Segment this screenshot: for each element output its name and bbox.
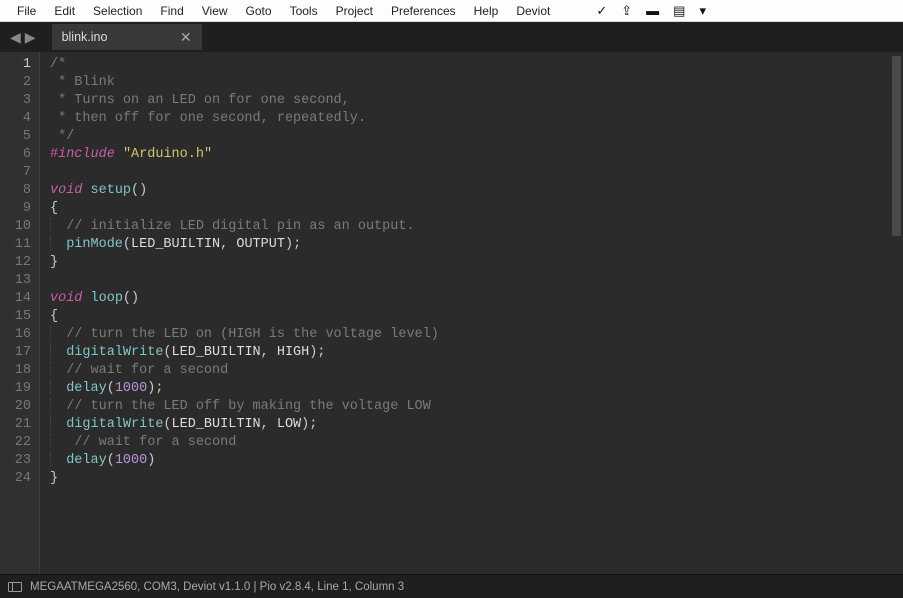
menu-file[interactable]: File (8, 2, 45, 20)
menu-selection[interactable]: Selection (84, 2, 151, 20)
editor[interactable]: 123456789101112131415161718192021222324 … (0, 52, 903, 574)
status-bar: MEGAATMEGA2560, COM3, Deviot v1.1.0 | Pi… (0, 574, 903, 598)
code-line[interactable]: } (50, 254, 439, 272)
line-number: 13 (0, 272, 31, 290)
line-number: 12 (0, 254, 31, 272)
nav-forward-icon[interactable]: ▶ (25, 29, 36, 46)
menu-view[interactable]: View (193, 2, 237, 20)
line-number: 1 (0, 56, 31, 74)
status-text: MEGAATMEGA2560, COM3, Deviot v1.1.0 | Pi… (30, 581, 404, 593)
line-number: 18 (0, 362, 31, 380)
menu-goto[interactable]: Goto (237, 2, 281, 20)
code-line[interactable]: delay(1000) (50, 452, 439, 470)
code-line[interactable]: digitalWrite(LED_BUILTIN, LOW); (50, 416, 439, 434)
code-line[interactable]: digitalWrite(LED_BUILTIN, HIGH); (50, 344, 439, 362)
line-number: 21 (0, 416, 31, 434)
line-number: 19 (0, 380, 31, 398)
line-number: 24 (0, 470, 31, 488)
menu-bar: FileEditSelectionFindViewGotoToolsProjec… (0, 0, 903, 22)
menu-tools[interactable]: Tools (281, 2, 327, 20)
nav-arrows: ◀ ▶ (4, 29, 42, 46)
line-number: 6 (0, 146, 31, 164)
line-number: 10 (0, 218, 31, 236)
code-line[interactable]: { (50, 308, 439, 326)
code-line[interactable] (50, 164, 439, 182)
menu-project[interactable]: Project (327, 2, 382, 20)
line-number: 8 (0, 182, 31, 200)
serial-icon[interactable]: ▤ (666, 1, 692, 21)
line-number: 20 (0, 398, 31, 416)
line-number: 11 (0, 236, 31, 254)
check-icon[interactable]: ✓ (589, 1, 614, 21)
menu-help[interactable]: Help (465, 2, 508, 20)
menu-deviot[interactable]: Deviot (507, 2, 559, 20)
tab-bar: ◀ ▶ blink.ino ✕ (0, 22, 903, 52)
line-number: 3 (0, 92, 31, 110)
code-line[interactable]: /* (50, 56, 439, 74)
nav-back-icon[interactable]: ◀ (10, 29, 21, 46)
code-line[interactable]: // initialize LED digital pin as an outp… (50, 218, 439, 236)
code-line[interactable]: * then off for one second, repeatedly. (50, 110, 439, 128)
menu-find[interactable]: Find (151, 2, 192, 20)
line-number: 15 (0, 308, 31, 326)
line-number: 5 (0, 128, 31, 146)
tab-title: blink.ino (62, 30, 108, 44)
gutter: 123456789101112131415161718192021222324 (0, 52, 40, 574)
close-icon[interactable]: ✕ (166, 29, 192, 46)
code-line[interactable]: delay(1000); (50, 380, 439, 398)
line-number: 7 (0, 164, 31, 182)
code-line[interactable]: // wait for a second (50, 434, 439, 452)
code-line[interactable]: } (50, 470, 439, 488)
line-number: 9 (0, 200, 31, 218)
line-number: 14 (0, 290, 31, 308)
code-line[interactable]: { (50, 200, 439, 218)
upload-icon[interactable]: ⇪ (614, 1, 639, 21)
line-number: 4 (0, 110, 31, 128)
line-number: 22 (0, 434, 31, 452)
code-line[interactable]: pinMode(LED_BUILTIN, OUTPUT); (50, 236, 439, 254)
code-line[interactable] (50, 272, 439, 290)
line-number: 17 (0, 344, 31, 362)
scrollbar[interactable] (892, 56, 901, 236)
menu-preferences[interactable]: Preferences (382, 2, 465, 20)
code-line[interactable]: */ (50, 128, 439, 146)
code-line[interactable]: #include "Arduino.h" (50, 146, 439, 164)
line-number: 23 (0, 452, 31, 470)
code-line[interactable]: void loop() (50, 290, 439, 308)
tab-active[interactable]: blink.ino ✕ (52, 24, 202, 50)
code-line[interactable]: // turn the LED on (HIGH is the voltage … (50, 326, 439, 344)
code-area[interactable]: /* * Blink * Turns on an LED on for one … (40, 52, 439, 574)
code-line[interactable]: * Turns on an LED on for one second, (50, 92, 439, 110)
code-line[interactable]: void setup() (50, 182, 439, 200)
code-line[interactable]: * Blink (50, 74, 439, 92)
menu-edit[interactable]: Edit (45, 2, 84, 20)
line-number: 2 (0, 74, 31, 92)
line-number: 16 (0, 326, 31, 344)
code-line[interactable]: // turn the LED off by making the voltag… (50, 398, 439, 416)
monitor-icon[interactable]: ▬ (639, 1, 666, 20)
panel-icon[interactable] (8, 582, 22, 592)
code-line[interactable]: // wait for a second (50, 362, 439, 380)
dropdown-icon[interactable]: ▾ (692, 1, 713, 21)
